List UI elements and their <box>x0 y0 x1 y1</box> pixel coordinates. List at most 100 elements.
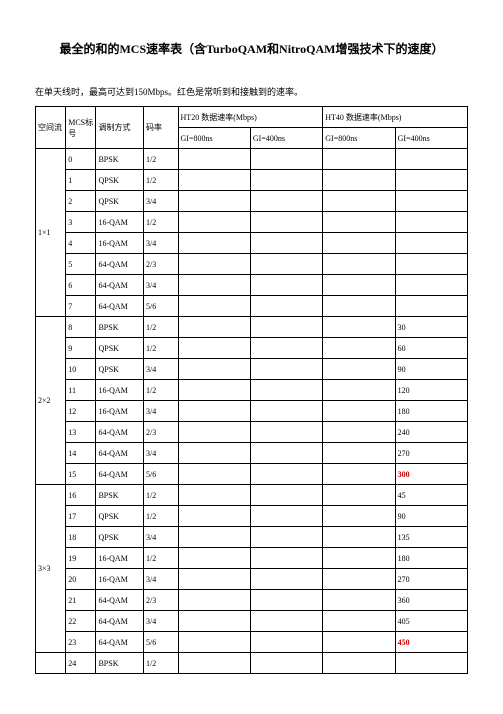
cell-mcs: 9 <box>66 338 96 359</box>
cell-b <box>250 338 322 359</box>
mcs-table: 空间流 MCS标号 调制方式 码率 HT20 数据速率(Mbps) HT40 数… <box>35 106 468 674</box>
cell-rate: 5/6 <box>143 632 178 653</box>
cell-rate: 1/2 <box>143 212 178 233</box>
cell-rate: 1/2 <box>143 317 178 338</box>
cell-rate: 1/2 <box>143 149 178 170</box>
col-stream: 空间流 <box>36 107 66 149</box>
cell-rate: 3/4 <box>143 527 178 548</box>
cell-b <box>250 191 322 212</box>
cell-mcs: 21 <box>66 590 96 611</box>
cell-rate: 1/2 <box>143 338 178 359</box>
cell-mod: 64-QAM <box>96 275 144 296</box>
cell-mcs: 18 <box>66 527 96 548</box>
table-row: 1QPSK1/2 <box>36 170 468 191</box>
cell-mod: BPSK <box>96 317 144 338</box>
table-row: 1216-QAM3/4180 <box>36 401 468 422</box>
cell-mcs: 24 <box>66 653 96 674</box>
cell-c <box>323 506 395 527</box>
cell-mod: QPSK <box>96 527 144 548</box>
cell-rate: 3/4 <box>143 233 178 254</box>
table-row: 2364-QAM5/6450 <box>36 632 468 653</box>
table-row: 2016-QAM3/4270 <box>36 569 468 590</box>
cell-rate: 1/2 <box>143 380 178 401</box>
cell-b <box>250 611 322 632</box>
cell-mcs: 8 <box>66 317 96 338</box>
col-gi400-1: GI=400ns <box>250 128 322 149</box>
table-row: 3×316BPSK1/245 <box>36 485 468 506</box>
note-text: 在单天线时，最高可达到150Mbps。红色是常听到和接触到的速率。 <box>35 85 468 98</box>
page-title: 最全的和的MCS速率表（含TurboQAM和NitroQAM增强技术下的速度） <box>35 40 468 57</box>
cell-rate: 3/4 <box>143 191 178 212</box>
table-row: 18QPSK3/4 135 <box>36 527 468 548</box>
cell-a <box>178 296 250 317</box>
cell-mcs: 2 <box>66 191 96 212</box>
table-row: 17QPSK1/290 <box>36 506 468 527</box>
col-gi800-2: GI=800ns <box>323 128 395 149</box>
cell-mod: BPSK <box>96 653 144 674</box>
cell-b <box>250 632 322 653</box>
cell-a <box>178 191 250 212</box>
cell-b <box>250 359 322 380</box>
cell-a <box>178 443 250 464</box>
cell-c <box>323 653 395 674</box>
cell-a <box>178 359 250 380</box>
cell-c <box>323 569 395 590</box>
cell-mod: 16-QAM <box>96 212 144 233</box>
cell-b <box>250 401 322 422</box>
cell-mcs: 19 <box>66 548 96 569</box>
cell-mcs: 4 <box>66 233 96 254</box>
cell-b <box>250 464 322 485</box>
cell-a <box>178 233 250 254</box>
cell-d: 30 <box>395 317 467 338</box>
cell-d: 120 <box>395 380 467 401</box>
cell-d <box>395 233 467 254</box>
cell-rate: 3/4 <box>143 275 178 296</box>
cell-c <box>323 401 395 422</box>
cell-c <box>323 632 395 653</box>
cell-c <box>323 548 395 569</box>
cell-mcs: 7 <box>66 296 96 317</box>
cell-rate: 3/4 <box>143 443 178 464</box>
cell-b <box>250 296 322 317</box>
cell-d: 135 <box>395 527 467 548</box>
cell-c <box>323 275 395 296</box>
col-gi800-1: GI=800ns <box>178 128 250 149</box>
cell-b <box>250 590 322 611</box>
cell-mod: BPSK <box>96 149 144 170</box>
col-ht40: HT40 数据速率(Mbps) <box>323 107 468 128</box>
cell-b <box>250 149 322 170</box>
cell-a <box>178 338 250 359</box>
cell-stream <box>36 653 66 674</box>
cell-d: 405 <box>395 611 467 632</box>
cell-b <box>250 212 322 233</box>
cell-b <box>250 527 322 548</box>
cell-a <box>178 506 250 527</box>
cell-stream: 3×3 <box>36 485 66 653</box>
cell-mcs: 5 <box>66 254 96 275</box>
cell-rate: 1/2 <box>143 506 178 527</box>
cell-a <box>178 317 250 338</box>
cell-mcs: 12 <box>66 401 96 422</box>
cell-c <box>323 422 395 443</box>
cell-rate: 3/4 <box>143 569 178 590</box>
cell-a <box>178 464 250 485</box>
cell-mcs: 6 <box>66 275 96 296</box>
table-row: 1464-QAM3/4270 <box>36 443 468 464</box>
cell-rate: 1/2 <box>143 170 178 191</box>
cell-b <box>250 233 322 254</box>
table-row: 2QPSK3/4 <box>36 191 468 212</box>
cell-b <box>250 317 322 338</box>
cell-rate: 2/3 <box>143 254 178 275</box>
cell-a <box>178 632 250 653</box>
cell-stream: 2×2 <box>36 317 66 485</box>
cell-d: 45 <box>395 485 467 506</box>
cell-b <box>250 422 322 443</box>
table-row: 416-QAM3/4 <box>36 233 468 254</box>
cell-mod: QPSK <box>96 338 144 359</box>
cell-d: 90 <box>395 506 467 527</box>
cell-mcs: 0 <box>66 149 96 170</box>
cell-a <box>178 569 250 590</box>
cell-mod: QPSK <box>96 359 144 380</box>
cell-mod: 16-QAM <box>96 401 144 422</box>
cell-a <box>178 401 250 422</box>
